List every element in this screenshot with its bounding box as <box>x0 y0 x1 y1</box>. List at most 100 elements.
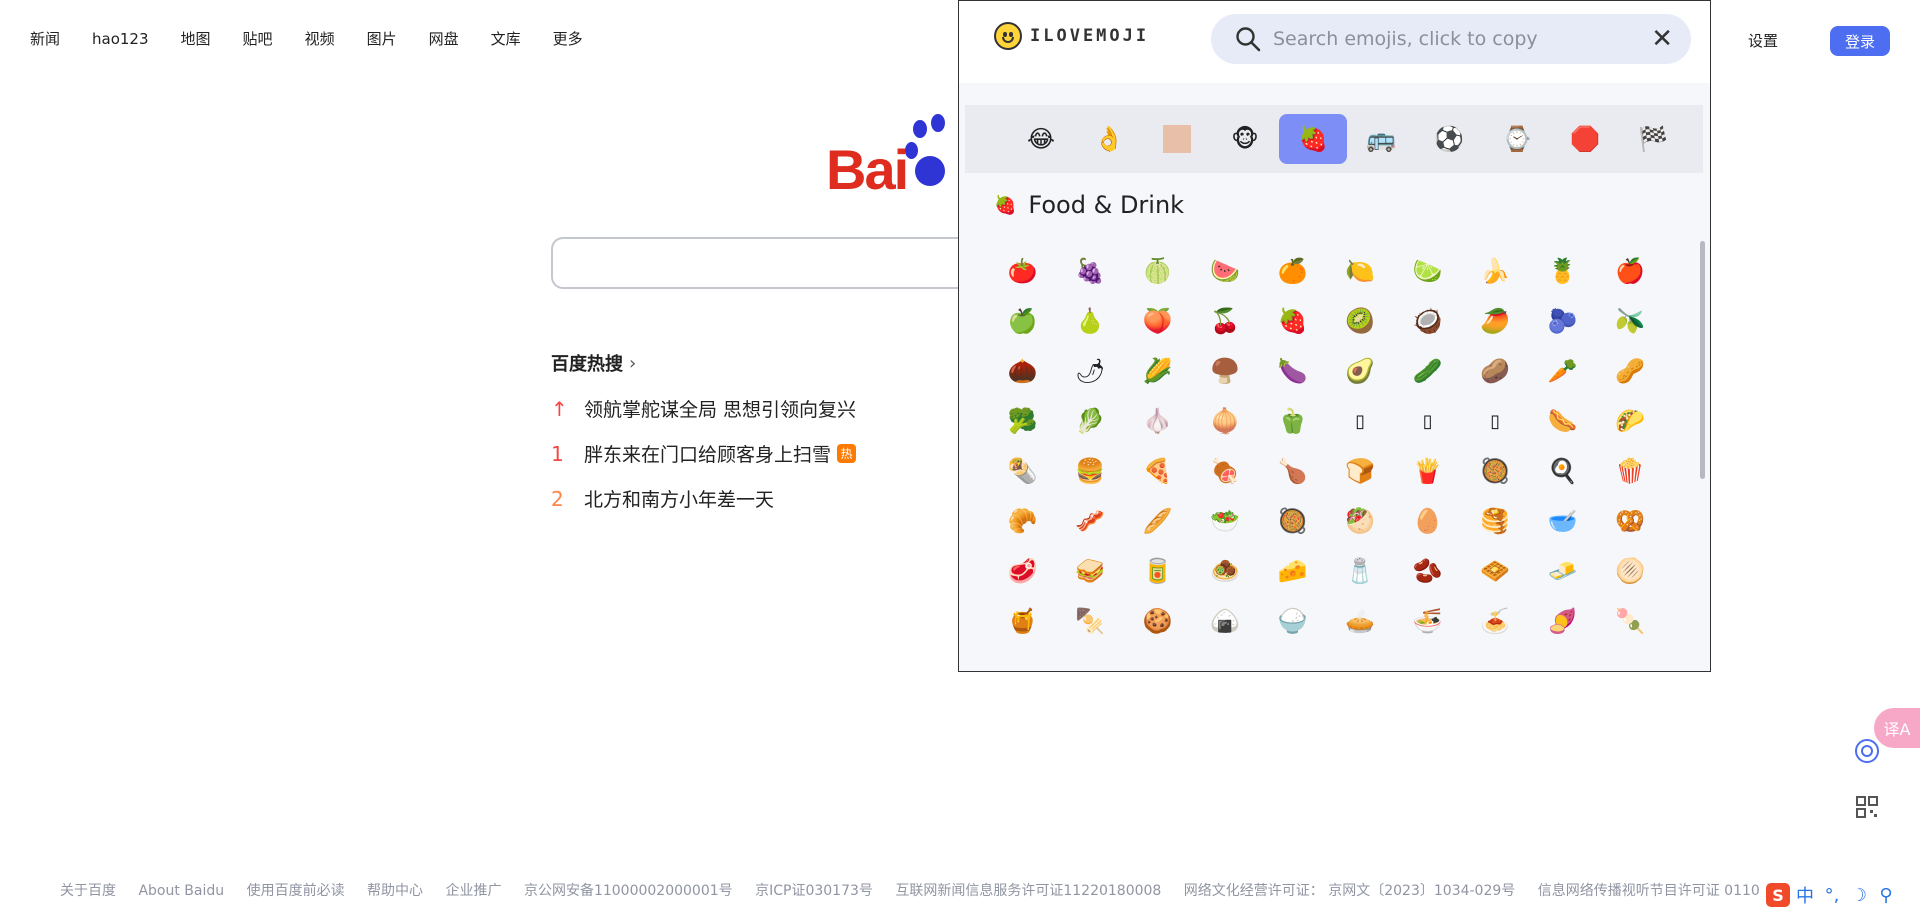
nav-wenku[interactable]: 文库 <box>491 26 521 52</box>
emoji-cell[interactable]: 🥜 <box>1597 346 1665 396</box>
emoji-cell[interactable]: 🥞 <box>1462 496 1530 546</box>
emoji-cell[interactable]: 🫘 <box>1394 546 1462 596</box>
category-travel[interactable]: 🚌 <box>1347 114 1415 164</box>
emoji-cell[interactable]: 🍓 <box>1259 296 1327 346</box>
emoji-cell[interactable]: 🍙 <box>1192 596 1260 646</box>
emoji-cell[interactable]: 🍆 <box>1259 346 1327 396</box>
emoji-cell[interactable]: 🍟 <box>1394 446 1462 496</box>
emoji-cell[interactable]: 🥘 <box>1462 446 1530 496</box>
emoji-cell[interactable]: 🍌 <box>1462 246 1530 296</box>
emoji-cell[interactable]: 🥫 <box>1124 546 1192 596</box>
emoji-cell[interactable]: 🥧 <box>1327 596 1395 646</box>
nav-video[interactable]: 视频 <box>305 26 335 52</box>
nav-netdisk[interactable]: 网盘 <box>429 26 459 52</box>
emoji-cell[interactable]: 🍅 <box>989 246 1057 296</box>
category-smileys[interactable]: 😂 <box>1007 114 1075 164</box>
category-symbols[interactable]: 🛑 <box>1551 114 1619 164</box>
emoji-cell[interactable]: 🍕 <box>1124 446 1192 496</box>
close-icon[interactable]: ✕ <box>1651 26 1673 52</box>
emoji-cell[interactable]: 🍎 <box>1597 246 1665 296</box>
emoji-cell[interactable]: 🍑 <box>1124 296 1192 346</box>
emoji-cell[interactable]: 🍠 <box>1529 596 1597 646</box>
footer-link[interactable]: 关于百度 <box>60 883 116 899</box>
category-food[interactable]: 🍓 <box>1279 114 1347 164</box>
footer-link[interactable]: 信息网络传播视听节目许可证 0110516 <box>1538 883 1760 899</box>
footer-link[interactable]: 京ICP证030173号 <box>755 883 873 899</box>
emoji-cell[interactable]: 🍯 <box>989 596 1057 646</box>
emoji-cell[interactable]: 🍜 <box>1394 596 1462 646</box>
emoji-cell[interactable]: 🍉 <box>1192 246 1260 296</box>
footer-link[interactable]: 网络文化经营许可证： 京网文〔2023〕1034-029号 <box>1184 883 1515 899</box>
footer-link[interactable]: 互联网新闻信息服务许可证11220180008 <box>895 883 1161 899</box>
emoji-cell[interactable]: 🌯 <box>989 446 1057 496</box>
emoji-cell[interactable]: 🍢 <box>1057 596 1125 646</box>
nav-tieba[interactable]: 贴吧 <box>243 26 273 52</box>
emoji-cell[interactable]: 🥚 <box>1394 496 1462 546</box>
emoji-cell[interactable]: 🧆 <box>1192 546 1260 596</box>
emoji-cell[interactable]: 🥪 <box>1057 546 1125 596</box>
emoji-cell[interactable]: 🥒 <box>1394 346 1462 396</box>
qrcode-icon[interactable] <box>1852 792 1882 822</box>
settings-link[interactable]: 设置 <box>1748 28 1778 54</box>
emoji-cell[interactable]: 🍇 <box>1057 246 1125 296</box>
emoji-cell[interactable]: ▯ <box>1462 396 1530 446</box>
ime-toolbar[interactable]: S 中 °, ☽ ⚲ <box>1766 882 1898 908</box>
emoji-cell[interactable]: 🥙 <box>1327 496 1395 546</box>
category-objects[interactable]: ⌚ <box>1483 114 1551 164</box>
emoji-cell[interactable]: 🍈 <box>1124 246 1192 296</box>
emoji-cell[interactable]: 🧀 <box>1259 546 1327 596</box>
emoji-cell[interactable]: 🥣 <box>1529 496 1597 546</box>
emoji-cell[interactable]: 🧂 <box>1327 546 1395 596</box>
translate-tab[interactable]: 译A <box>1874 708 1920 748</box>
emoji-cell[interactable]: 🧄 <box>1124 396 1192 446</box>
login-button[interactable]: 登录 <box>1830 26 1890 56</box>
ime-punct[interactable]: °, <box>1820 885 1844 906</box>
emoji-cell[interactable]: 🥗 <box>1192 496 1260 546</box>
emoji-cell[interactable]: ▯ <box>1327 396 1395 446</box>
scrollbar[interactable] <box>1700 241 1705 479</box>
emoji-cell[interactable]: 🍗 <box>1259 446 1327 496</box>
search-input[interactable] <box>551 237 1011 289</box>
emoji-cell[interactable]: 🍋 <box>1327 246 1395 296</box>
emoji-cell[interactable]: 🥔 <box>1462 346 1530 396</box>
emoji-cell[interactable]: 🥖 <box>1124 496 1192 546</box>
emoji-cell[interactable]: 🍖 <box>1192 446 1260 496</box>
emoji-cell[interactable]: 🍄‍🟫 <box>1192 346 1260 396</box>
emoji-cell[interactable]: 🍳 <box>1529 446 1597 496</box>
nav-map[interactable]: 地图 <box>181 26 211 52</box>
emoji-cell[interactable]: 🧅 <box>1192 396 1260 446</box>
nav-images[interactable]: 图片 <box>367 26 397 52</box>
emoji-cell[interactable]: 🫒 <box>1597 296 1665 346</box>
emoji-cell[interactable]: 🌭 <box>1529 396 1597 446</box>
emoji-cell[interactable]: 🥑 <box>1327 346 1395 396</box>
footer-link[interactable]: 使用百度前必读 <box>247 883 345 899</box>
emoji-cell[interactable]: 🥓 <box>1057 496 1125 546</box>
emoji-cell[interactable]: 🍔 <box>1057 446 1125 496</box>
emoji-cell[interactable]: 🫓 <box>1597 546 1665 596</box>
emoji-cell[interactable]: 🥦 <box>989 396 1057 446</box>
nav-news[interactable]: 新闻 <box>30 26 60 52</box>
baidu-logo[interactable]: Bai <box>826 114 947 200</box>
footer-link[interactable]: 京公网安备11000002000001号 <box>524 883 733 899</box>
emoji-cell[interactable]: 🥬 <box>1057 396 1125 446</box>
emoji-cell[interactable]: 🥥 <box>1394 296 1462 346</box>
emoji-cell[interactable]: 🍊 <box>1259 246 1327 296</box>
category-people[interactable]: 👌 <box>1075 114 1143 164</box>
hot-search-title[interactable]: 百度热搜 › <box>551 350 636 376</box>
emoji-cell[interactable]: 🫑 <box>1259 396 1327 446</box>
emoji-cell[interactable]: 🍡 <box>1597 596 1665 646</box>
category-animals[interactable]: 🐵 <box>1211 114 1279 164</box>
emoji-cell[interactable]: 🌮 <box>1597 396 1665 446</box>
footer-link[interactable]: 企业推广 <box>446 883 502 899</box>
emoji-cell[interactable]: 🍏 <box>989 296 1057 346</box>
emoji-cell[interactable]: 🍞 <box>1327 446 1395 496</box>
ime-moon-icon[interactable]: ☽ <box>1847 885 1871 906</box>
list-item[interactable]: ↑ 领航掌舵谋全局 思想引领向复兴 <box>551 386 856 431</box>
emoji-cell[interactable]: 🧇 <box>1462 546 1530 596</box>
list-item[interactable]: 1 胖东来在门口给顾客身上扫雪 热 <box>551 431 857 476</box>
category-activities[interactable]: ⚽ <box>1415 114 1483 164</box>
emoji-cell[interactable]: 🥭 <box>1462 296 1530 346</box>
emoji-cell[interactable]: 🍪 <box>1124 596 1192 646</box>
emoji-cell[interactable]: 🥘 <box>1259 496 1327 546</box>
emoji-cell[interactable]: 🌰 <box>989 346 1057 396</box>
